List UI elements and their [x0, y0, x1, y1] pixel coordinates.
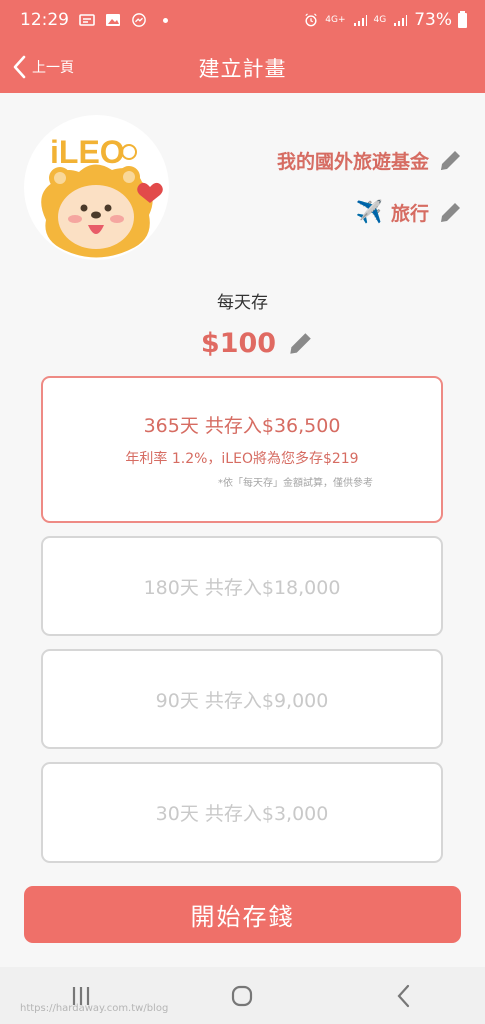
home-icon [232, 985, 253, 1006]
back-icon [397, 984, 410, 1007]
status-bar: 12:29 4G+ 4G 73% [0, 0, 485, 40]
signal-icon-1 [353, 15, 367, 26]
nav-back-button[interactable] [374, 976, 434, 1016]
logo-text: iLEO [50, 134, 125, 170]
edit-pencil-icon[interactable] [286, 330, 314, 358]
home-button[interactable] [212, 976, 272, 1016]
battery-percent: 73% [414, 10, 452, 30]
edit-pencil-icon[interactable] [437, 200, 463, 226]
notification-dot [163, 17, 168, 23]
amount-row: $100 [0, 328, 485, 359]
plan-option-text: 365天 共存入$36,500 [143, 414, 341, 437]
disclaimer-note: *依「每天存」金額試算，僅供參考 [218, 477, 373, 489]
start-saving-button[interactable]: 開始存錢 [24, 886, 461, 943]
signal-icon-2 [394, 15, 408, 26]
plan-option-180[interactable]: 180天 共存入$18,000 [41, 536, 443, 636]
plan-option-30[interactable]: 30天 共存入$3,000 [41, 762, 443, 863]
app-header: 上一頁 建立計畫 [0, 40, 485, 93]
message-icon [79, 14, 95, 26]
daily-amount: $100 [200, 328, 277, 359]
page-title: 建立計畫 [198, 57, 287, 81]
watermark: https://hardaway.com.tw/blog [20, 1003, 169, 1014]
image-icon [106, 14, 120, 26]
plan-option-text: 90天 共存入$9,000 [155, 689, 329, 712]
plan-name: 我的國外旅遊基金 [276, 151, 429, 173]
category-row: ✈️ 旅行 [356, 199, 463, 226]
battery-icon [458, 10, 467, 28]
category-label: 旅行 [390, 203, 429, 225]
plan-option-90[interactable]: 90天 共存入$9,000 [41, 649, 443, 749]
plan-option-text: 180天 共存入$18,000 [143, 576, 341, 599]
plan-option-text: 30天 共存入$3,000 [155, 803, 329, 825]
interest-text: 年利率 1.2%，iLEO將為您多存$219 [125, 450, 359, 467]
status-time: 12:29 [20, 10, 69, 30]
alarm-icon [305, 13, 317, 27]
plan-name-row: 我的國外旅遊基金 [277, 147, 463, 174]
edit-pencil-icon[interactable] [437, 148, 463, 174]
daily-label: 每天存 [217, 293, 268, 313]
airplane-icon: ✈️ [355, 200, 383, 225]
messenger-icon [132, 13, 146, 27]
plan-option-365[interactable]: 365天 共存入$36,500 年利率 1.2%，iLEO將為您多存$219 *… [41, 376, 443, 523]
system-nav-bar [0, 967, 485, 1024]
ileo-avatar: iLEO [24, 115, 169, 260]
network-type: 4G [373, 14, 387, 25]
network-type-top: 4G+ [325, 14, 346, 25]
lion-mascot-icon: iLEO [41, 134, 163, 258]
